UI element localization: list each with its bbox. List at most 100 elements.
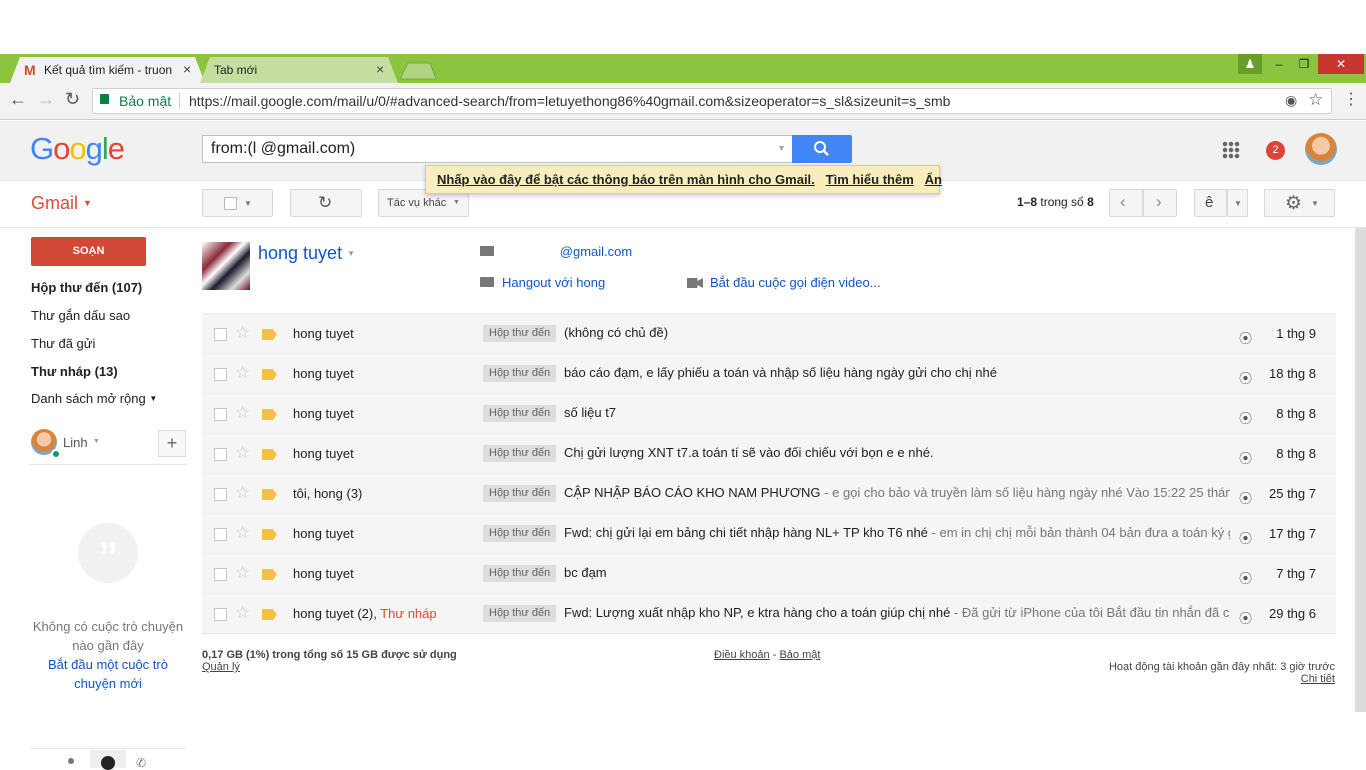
- inbox-label-chip[interactable]: Hộp thư đến: [483, 445, 557, 462]
- compose-button[interactable]: SOẠN: [31, 237, 146, 266]
- table-row[interactable]: ☆ hong tuyet Hộp thư đến bc đạm ⦿ 7 thg 7: [202, 553, 1336, 593]
- inbox-label-chip[interactable]: Hộp thư đến: [483, 325, 557, 342]
- search-options-icon[interactable]: ▼: [777, 143, 786, 153]
- hangouts-tab-chat-icon[interactable]: [90, 750, 126, 770]
- sidebar-item-sent[interactable]: Thư đã gửi: [31, 336, 95, 351]
- hangouts-tab-people-icon[interactable]: [68, 758, 74, 764]
- sidebar-item-more[interactable]: Danh sách mở rộng ▼: [31, 391, 157, 406]
- tab-close-icon[interactable]: ×: [183, 61, 191, 77]
- row-checkbox[interactable]: [214, 368, 227, 381]
- row-checkbox[interactable]: [214, 608, 227, 621]
- star-icon[interactable]: ☆: [235, 523, 250, 543]
- hangouts-user[interactable]: Linh ▼: [31, 429, 151, 459]
- table-row[interactable]: ☆ tôi, hong (3) Hộp thư đến CẬP NHẬP BÁO CÁ…: [202, 473, 1336, 513]
- select-all-checkbox[interactable]: ▼: [202, 189, 273, 217]
- learn-more-link[interactable]: Tìm hiểu thêm: [826, 172, 914, 187]
- hide-link[interactable]: Ẩn: [925, 172, 942, 187]
- row-checkbox[interactable]: [214, 528, 227, 541]
- tab-close-icon[interactable]: ×: [376, 61, 384, 77]
- tab-search-results[interactable]: M Kết quả tìm kiếm - truon ×: [10, 57, 205, 83]
- refresh-button[interactable]: ↻: [290, 189, 362, 217]
- importance-marker-icon[interactable]: [262, 329, 277, 340]
- enable-notifications-link[interactable]: Nhấp vào đây để bật các thông báo trên m…: [437, 172, 818, 187]
- importance-marker-icon[interactable]: [262, 529, 277, 540]
- sidebar-item-inbox[interactable]: Hộp thư đến (107): [31, 280, 142, 295]
- start-chat-link[interactable]: Bắt đầu một cuộc trò chuyện mới: [28, 655, 188, 693]
- tracking-icon[interactable]: ◉: [1285, 92, 1297, 109]
- inbox-label-chip[interactable]: Hộp thư đến: [483, 565, 557, 582]
- new-chat-button[interactable]: +: [158, 430, 186, 457]
- sidebar-item-starred[interactable]: Thư gắn dấu sao: [31, 308, 130, 323]
- reload-icon[interactable]: ↻: [65, 89, 80, 110]
- profile-icon[interactable]: ♟: [1238, 54, 1262, 74]
- star-icon[interactable]: ☆: [235, 403, 250, 423]
- star-icon[interactable]: ☆: [235, 563, 250, 583]
- table-row[interactable]: ☆ hong tuyet Hộp thư đến Chị gửi lượng XNT …: [202, 433, 1336, 473]
- activity-details-link[interactable]: Chi tiết: [1301, 673, 1335, 685]
- manage-storage-link[interactable]: Quản lý: [202, 661, 240, 673]
- privacy-link[interactable]: Bảo mật: [779, 649, 820, 661]
- account-avatar[interactable]: [1305, 133, 1337, 165]
- row-checkbox[interactable]: [214, 448, 227, 461]
- importance-marker-icon[interactable]: [262, 569, 277, 580]
- scrollbar[interactable]: [1355, 228, 1366, 712]
- row-checkbox[interactable]: [214, 488, 227, 501]
- newer-button[interactable]: ‹: [1109, 189, 1143, 217]
- terms-link[interactable]: Điều khoản: [714, 649, 770, 661]
- input-tools-dropdown[interactable]: ▼: [1227, 189, 1248, 217]
- new-tab-button[interactable]: [400, 57, 436, 83]
- tab-new[interactable]: Tab mới ×: [200, 57, 398, 83]
- inbox-label-chip[interactable]: Hộp thư đến: [483, 485, 557, 502]
- browser-menu-icon[interactable]: ⋮: [1343, 89, 1359, 109]
- table-row[interactable]: ☆ hong tuyet Hộp thư đến báo cáo đạm, e lấy…: [202, 353, 1336, 393]
- importance-marker-icon[interactable]: [262, 449, 277, 460]
- importance-marker-icon[interactable]: [262, 489, 277, 500]
- inbox-label-chip[interactable]: Hộp thư đến: [483, 605, 557, 622]
- importance-marker-icon[interactable]: [262, 369, 277, 380]
- restore-button[interactable]: ❐: [1292, 54, 1316, 74]
- google-logo[interactable]: Google: [30, 131, 125, 167]
- table-row[interactable]: ☆ hong tuyet Hộp thư đến (không có chủ đề) ⦿…: [202, 313, 1336, 353]
- hangout-link[interactable]: Hangout với hong: [502, 275, 605, 290]
- minimize-button[interactable]: –: [1267, 54, 1291, 74]
- row-checkbox[interactable]: [214, 568, 227, 581]
- back-icon[interactable]: ←: [9, 89, 27, 110]
- star-icon[interactable]: ☆: [235, 603, 250, 623]
- importance-marker-icon[interactable]: [262, 409, 277, 420]
- url-text[interactable]: https://mail.google.com/mail/u/0/#advanc…: [189, 93, 950, 109]
- star-icon[interactable]: ☆: [235, 363, 250, 383]
- inbox-label-chip[interactable]: Hộp thư đến: [483, 405, 557, 422]
- sidebar-item-drafts[interactable]: Thư nháp (13): [31, 364, 118, 379]
- row-checkbox[interactable]: [214, 408, 227, 421]
- search-button[interactable]: [792, 135, 852, 163]
- older-button[interactable]: ›: [1143, 189, 1177, 217]
- omnibox[interactable]: Bảo mật https://mail.google.com/mail/u/0…: [92, 88, 1332, 114]
- gmail-menu[interactable]: Gmail ▼: [31, 193, 92, 214]
- sender: hong tuyet: [293, 566, 354, 581]
- star-icon[interactable]: ☆: [235, 443, 250, 463]
- table-row[interactable]: ☆ hong tuyet Hộp thư đến Fwd: chị gửi lại e…: [202, 513, 1336, 553]
- bookmark-star-icon[interactable]: ☆: [1308, 90, 1323, 110]
- apps-grid-icon[interactable]: [1222, 141, 1240, 159]
- star-icon[interactable]: ☆: [235, 483, 250, 503]
- table-row[interactable]: ☆ hong tuyet Hộp thư đến số liệu t7 ⦿ 8 thg 8: [202, 393, 1336, 433]
- video-camera-icon: [687, 278, 703, 288]
- attachment-icon: ⦿: [1239, 491, 1253, 506]
- contact-email[interactable]: @gmail.com: [502, 244, 632, 259]
- importance-marker-icon[interactable]: [262, 609, 277, 620]
- chevron-down-icon: ▼: [1311, 199, 1319, 208]
- inbox-label-chip[interactable]: Hộp thư đến: [483, 525, 557, 542]
- close-window-button[interactable]: ✕: [1318, 54, 1364, 74]
- settings-button[interactable]: ⚙ ▼: [1264, 189, 1335, 217]
- contact-name-menu[interactable]: hong tuyet ▼: [258, 243, 355, 264]
- notification-badge[interactable]: 2: [1266, 141, 1285, 160]
- table-row[interactable]: ☆ hong tuyet (2), Thư nháp Hộp thư đến Fwd:…: [202, 593, 1336, 633]
- video-call-link[interactable]: Bắt đầu cuộc gọi điện video...: [710, 275, 881, 290]
- forward-icon[interactable]: →: [37, 89, 55, 110]
- input-tools-button[interactable]: ê: [1194, 189, 1227, 217]
- star-icon[interactable]: ☆: [235, 323, 250, 343]
- inbox-label-chip[interactable]: Hộp thư đến: [483, 365, 557, 382]
- search-input[interactable]: from:(l @gmail.com): [202, 135, 792, 163]
- row-checkbox[interactable]: [214, 328, 227, 341]
- sender-name: hong tuyet: [293, 446, 354, 461]
